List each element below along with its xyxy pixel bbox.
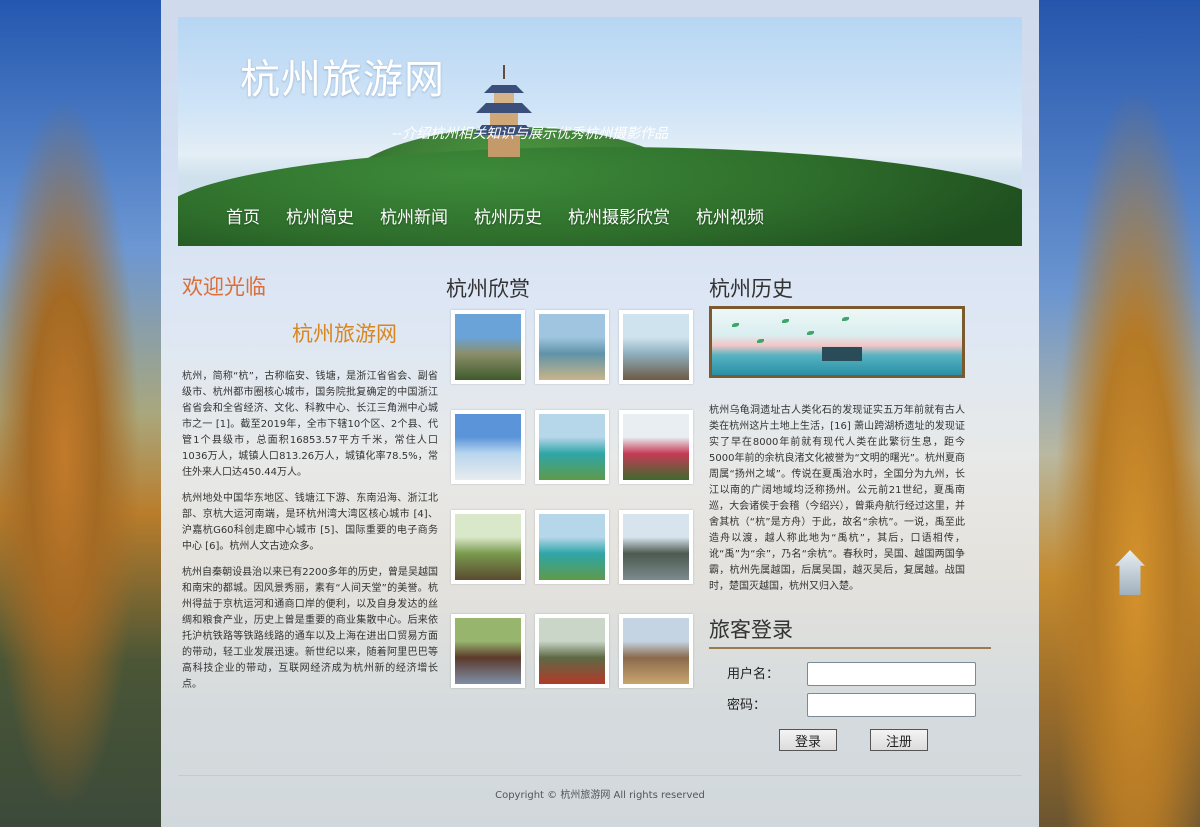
leaf-decoration	[732, 323, 739, 327]
username-input[interactable]	[807, 662, 976, 686]
pagoda-icon	[474, 65, 534, 157]
history-banner-image	[709, 306, 965, 378]
photo-image	[455, 514, 521, 580]
leaf-decoration	[842, 317, 849, 321]
background-tower	[1115, 550, 1145, 595]
gallery-title: 杭州欣赏	[446, 277, 530, 301]
photo-stone-monument[interactable]	[535, 614, 609, 688]
nav-item-home[interactable]: 首页	[226, 203, 260, 228]
footer-divider	[178, 775, 1022, 776]
photo-image	[455, 414, 521, 480]
login-title: 旅客登录	[709, 618, 793, 642]
intro-paragraph: 杭州自秦朝设县治以来已有2200多年的历史，曾是吴越国和南宋的都城。因风景秀丽，…	[182, 567, 438, 690]
history-title: 杭州历史	[709, 277, 793, 301]
photo-red-gate[interactable]	[619, 410, 693, 484]
leaf-decoration	[782, 319, 789, 323]
photo-image	[539, 314, 605, 380]
photo-image	[539, 514, 605, 580]
photo-harbor-city[interactable]	[535, 310, 609, 384]
photo-rock-coast[interactable]	[451, 310, 525, 384]
banner-forest	[178, 147, 1022, 246]
photo-image	[623, 514, 689, 580]
photo-image	[623, 314, 689, 380]
leaf-decoration	[757, 339, 764, 343]
background-right-scenery	[1039, 0, 1200, 827]
background-left-scenery	[0, 0, 161, 827]
photo-old-gate-crowd[interactable]	[451, 614, 525, 688]
site-title: 杭州旅游网	[240, 57, 445, 103]
username-label: 用户名：	[727, 667, 780, 682]
intro-text: 杭州，简称“杭”，古称临安、钱塘，是浙江省省会、副省级市、杭州都市圈核心城市，国…	[182, 369, 438, 703]
main-nav: 首页 杭州简史 杭州新闻 杭州历史 杭州摄影欣赏 杭州视频	[226, 203, 790, 228]
photo-lake-islands-1[interactable]	[535, 410, 609, 484]
header-banner: 杭州旅游网 --介绍杭州相关知识与展示优秀杭州摄影作品 首页 杭州简史 杭州新闻…	[178, 17, 1022, 246]
photo-cliff-temple[interactable]	[619, 614, 693, 688]
password-input[interactable]	[807, 693, 976, 717]
photo-image	[539, 414, 605, 480]
photo-village-house[interactable]	[451, 510, 525, 584]
nav-item-photography[interactable]: 杭州摄影欣赏	[568, 203, 670, 228]
intro-paragraph: 杭州地处中国华东地区、钱塘江下游、东南沿海、浙江北部、京杭大运河南端，是环杭州湾…	[182, 493, 438, 552]
nav-item-video[interactable]: 杭州视频	[696, 203, 764, 228]
welcome-subtitle: 杭州旅游网	[292, 322, 397, 346]
temple-silhouette	[822, 347, 862, 361]
photo-island-pavilion[interactable]	[619, 310, 693, 384]
leaf-decoration	[807, 331, 814, 335]
history-text: 杭州乌龟洞遗址古人类化石的发现证实五万年前就有古人类在杭州这片土地上生活，[16…	[709, 403, 965, 595]
login-button[interactable]: 登录	[779, 729, 837, 751]
history-paragraph: 杭州乌龟洞遗址古人类化石的发现证实五万年前就有古人类在杭州这片土地上生活，[16…	[709, 405, 965, 592]
photo-beach-waves[interactable]	[451, 410, 525, 484]
nav-item-brief-history[interactable]: 杭州简史	[286, 203, 354, 228]
nav-item-history[interactable]: 杭州历史	[474, 203, 542, 228]
footer-copyright: Copyright © 杭州旅游网 All rights reserved	[495, 790, 705, 801]
photo-image	[539, 618, 605, 684]
login-divider	[709, 647, 991, 649]
password-label: 密码：	[727, 698, 767, 713]
photo-image	[623, 414, 689, 480]
welcome-title: 欢迎光临	[182, 275, 266, 299]
photo-image	[623, 618, 689, 684]
photo-lake-islands-2[interactable]	[535, 510, 609, 584]
photo-image	[455, 314, 521, 380]
intro-paragraph: 杭州，简称“杭”，古称临安、钱塘，是浙江省省会、副省级市、杭州都市圈核心城市，国…	[182, 371, 438, 478]
photo-image	[455, 618, 521, 684]
page-container: 杭州旅游网 --介绍杭州相关知识与展示优秀杭州摄影作品 首页 杭州简史 杭州新闻…	[161, 0, 1039, 827]
site-subtitle: --介绍杭州相关知识与展示优秀杭州摄影作品	[392, 126, 669, 142]
photo-lakeside-pagoda[interactable]	[619, 510, 693, 584]
nav-item-news[interactable]: 杭州新闻	[380, 203, 448, 228]
register-button[interactable]: 注册	[870, 729, 928, 751]
